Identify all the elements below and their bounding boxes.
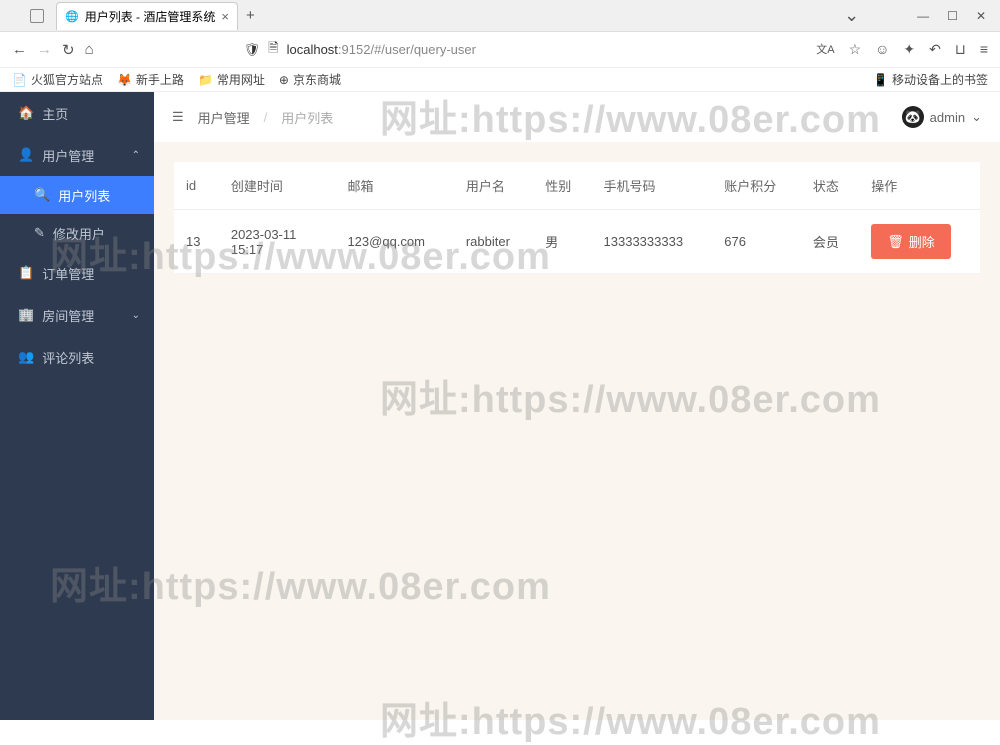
bookmark-item[interactable]: 📄 火狐官方站点 bbox=[12, 71, 103, 88]
cell-id: 13 bbox=[174, 210, 219, 274]
bookmarks-bar: 📄 火狐官方站点 🦊 新手上路 📁 常用网址 ⊕ 京东商城 📱 移动设备上的书签 bbox=[0, 68, 1000, 92]
chevron-up-icon: ⌃ bbox=[132, 150, 140, 161]
extensions-icon[interactable]: ✦ bbox=[903, 41, 915, 58]
globe-icon: 🌐 bbox=[65, 10, 79, 23]
table-row: 13 2023-03-11 15:17 123@qq.com rabbiter … bbox=[174, 210, 980, 274]
reload-button[interactable]: ↻ bbox=[62, 41, 75, 59]
sidebar: 🏠 主页 👤 用户管理 ⌃ 🔍 用户列表 ✎ 修改用户 📋 订单管理 🏢 房间管… bbox=[0, 92, 154, 720]
close-icon[interactable]: × bbox=[221, 9, 229, 24]
col-points: 账户积分 bbox=[712, 162, 801, 210]
sidebar-label: 主页 bbox=[42, 104, 68, 123]
cell-gender: 男 bbox=[533, 210, 591, 274]
tab-title: 用户列表 - 酒店管理系统 bbox=[85, 8, 216, 25]
avatar: 🐼 bbox=[902, 106, 924, 128]
translate-icon[interactable]: 文A bbox=[816, 41, 834, 58]
bookmark-star-icon[interactable]: ☆ bbox=[849, 41, 862, 58]
col-email: 邮箱 bbox=[335, 162, 453, 210]
user-icon: 👤 bbox=[18, 147, 34, 163]
col-created: 创建时间 bbox=[219, 162, 336, 210]
history-icon[interactable]: ↶ bbox=[929, 41, 941, 58]
maximize-icon[interactable]: ☐ bbox=[947, 9, 958, 23]
back-button[interactable]: ← bbox=[12, 41, 27, 58]
address-bar[interactable]: 🛡 🗎 localhost:9152/#/user/query-user bbox=[244, 39, 807, 61]
sidebar-item-user-mgmt[interactable]: 👤 用户管理 ⌃ bbox=[0, 134, 154, 176]
chevron-down-icon: ⌄ bbox=[132, 310, 140, 321]
username: admin bbox=[930, 110, 965, 125]
search-icon: 🔍 bbox=[34, 187, 50, 203]
user-table: id 创建时间 邮箱 用户名 性别 手机号码 账户积分 状态 操作 bbox=[174, 162, 980, 274]
col-status: 状态 bbox=[801, 162, 859, 210]
clipboard-icon: 📋 bbox=[18, 265, 34, 281]
user-table-card: id 创建时间 邮箱 用户名 性别 手机号码 账户积分 状态 操作 bbox=[174, 162, 980, 274]
minimize-icon[interactable]: — bbox=[917, 9, 929, 23]
shield-icon[interactable]: 🛡 bbox=[244, 42, 261, 58]
sidebar-label: 订单管理 bbox=[42, 264, 94, 283]
cell-status: 会员 bbox=[801, 210, 859, 274]
forward-button: → bbox=[37, 41, 52, 58]
workspace-icon[interactable] bbox=[30, 9, 44, 23]
downloads-icon[interactable]: ⊔ bbox=[955, 41, 966, 58]
cell-points: 676 bbox=[712, 210, 801, 274]
sidebar-item-room-mgmt[interactable]: 🏢 房间管理 ⌄ bbox=[0, 294, 154, 336]
sidebar-item-order-mgmt[interactable]: 📋 订单管理 bbox=[0, 252, 154, 294]
sidebar-label: 用户管理 bbox=[42, 146, 94, 165]
browser-tab-strip: 🌐 用户列表 - 酒店管理系统 × + ⌄ — ☐ ✕ bbox=[0, 0, 1000, 32]
users-icon: 👥 bbox=[18, 349, 34, 365]
delete-button[interactable]: 🗑 删除 bbox=[871, 224, 951, 259]
cell-username: rabbiter bbox=[454, 210, 533, 274]
trash-icon: 🗑 bbox=[887, 234, 904, 250]
sidebar-item-comments[interactable]: 👥 评论列表 bbox=[0, 336, 154, 378]
cell-phone: 13333333333 bbox=[592, 210, 713, 274]
sidebar-label: 修改用户 bbox=[53, 224, 105, 243]
sidebar-item-edit-user[interactable]: ✎ 修改用户 bbox=[0, 214, 154, 252]
col-gender: 性别 bbox=[533, 162, 591, 210]
sidebar-item-home[interactable]: 🏠 主页 bbox=[0, 92, 154, 134]
sidebar-label: 用户列表 bbox=[58, 186, 110, 205]
new-tab-button[interactable]: + bbox=[246, 7, 255, 24]
sidebar-label: 评论列表 bbox=[42, 348, 94, 367]
account-icon[interactable]: ☺ bbox=[875, 41, 889, 58]
mobile-bookmarks[interactable]: 📱 移动设备上的书签 bbox=[873, 71, 988, 88]
browser-toolbar: ← → ↻ ⌂ 🛡 🗎 localhost:9152/#/user/query-… bbox=[0, 32, 1000, 68]
browser-tab[interactable]: 🌐 用户列表 - 酒店管理系统 × bbox=[56, 2, 238, 30]
bookmark-item[interactable]: ⊕ 京东商城 bbox=[279, 71, 341, 88]
page-info-icon[interactable]: 🗎 bbox=[268, 39, 278, 61]
user-menu[interactable]: 🐼 admin ⌄ bbox=[902, 106, 982, 128]
col-phone: 手机号码 bbox=[592, 162, 713, 210]
breadcrumb-parent[interactable]: 用户管理 bbox=[198, 108, 250, 127]
cell-created: 2023-03-11 15:17 bbox=[219, 210, 336, 274]
home-button[interactable]: ⌂ bbox=[85, 41, 94, 58]
col-ops: 操作 bbox=[859, 162, 980, 210]
col-id: id bbox=[174, 162, 219, 210]
menu-icon[interactable]: ≡ bbox=[980, 41, 988, 58]
collapse-sidebar-icon[interactable]: ☰ bbox=[172, 109, 184, 125]
home-icon: 🏠 bbox=[18, 105, 34, 121]
bookmark-item[interactable]: 🦊 新手上路 bbox=[117, 71, 184, 88]
sidebar-label: 房间管理 bbox=[42, 306, 94, 325]
breadcrumb-current: 用户列表 bbox=[281, 108, 333, 127]
sidebar-item-user-list[interactable]: 🔍 用户列表 bbox=[0, 176, 154, 214]
chevron-down-icon[interactable]: ⌄ bbox=[844, 5, 859, 26]
close-window-icon[interactable]: ✕ bbox=[976, 9, 986, 23]
col-username: 用户名 bbox=[454, 162, 533, 210]
top-bar: ☰ 用户管理 / 用户列表 🐼 admin ⌄ bbox=[154, 92, 1000, 142]
dashboard-icon: 🏢 bbox=[18, 307, 34, 323]
cell-email: 123@qq.com bbox=[335, 210, 453, 274]
bookmark-item[interactable]: 📁 常用网址 bbox=[198, 71, 265, 88]
edit-icon: ✎ bbox=[34, 225, 45, 241]
chevron-down-icon: ⌄ bbox=[971, 109, 982, 125]
